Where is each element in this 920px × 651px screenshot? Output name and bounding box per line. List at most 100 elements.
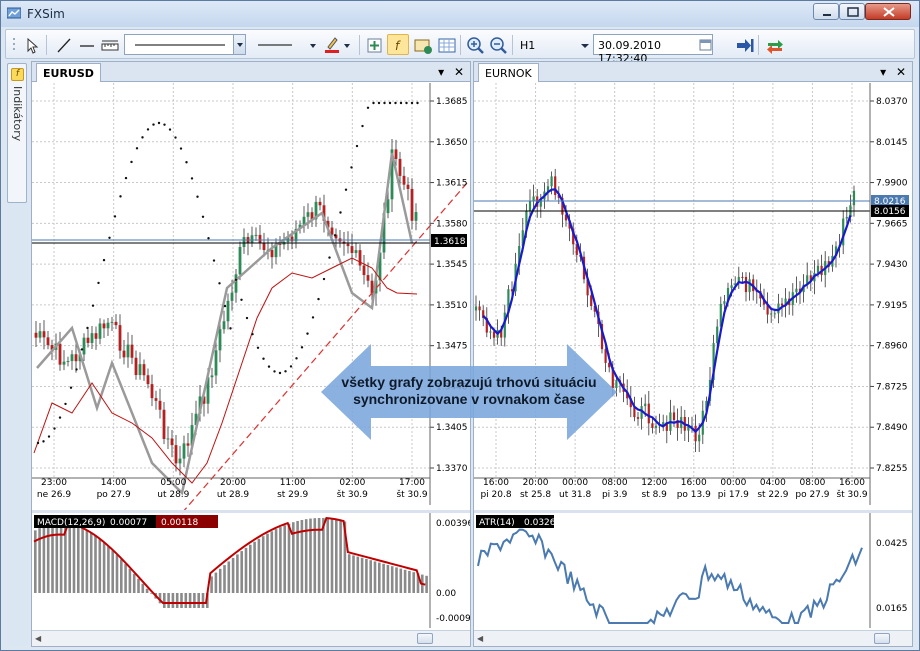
trendline-tool-button[interactable] — [52, 34, 74, 55]
candle-body — [46, 337, 50, 346]
tab-eurusd[interactable]: EURUSD — [36, 63, 101, 82]
sar-dot — [168, 128, 172, 131]
macd-histogram-bar — [399, 568, 403, 593]
price-label: 7.9195 — [876, 301, 908, 311]
chevron-down-icon[interactable]: ▾ — [438, 65, 444, 79]
toolbar: f H1 30.09.2010 17:32:40 — [5, 29, 915, 65]
sar-dot — [350, 166, 353, 169]
sar-dot — [416, 101, 419, 105]
sar-dot — [289, 365, 293, 368]
functions-button[interactable]: f — [387, 34, 409, 55]
candle-body — [230, 292, 234, 301]
line-width-preview — [258, 44, 316, 48]
candle-body — [214, 350, 218, 376]
sar-dot — [311, 316, 315, 319]
candle-body — [166, 438, 170, 440]
scroll-left-icon[interactable]: ◀ — [477, 634, 483, 643]
macd-histogram-bar — [107, 546, 110, 593]
sidebar: f Indikátory — [7, 61, 28, 646]
time-label: 23:00 — [41, 478, 67, 488]
minimize-button[interactable] — [813, 3, 839, 20]
sar-dot — [278, 371, 282, 375]
candle-body — [354, 250, 358, 253]
sar-dot — [234, 278, 238, 281]
candle-body — [350, 246, 354, 253]
cursor-tool-button[interactable] — [20, 34, 42, 55]
chevron-down-icon — [233, 35, 245, 54]
tab-eurnok[interactable]: EURNOK — [478, 63, 539, 82]
candle-body — [122, 350, 126, 358]
sar-dot — [36, 441, 40, 445]
macd-histogram-bar — [270, 531, 274, 593]
zoom-in-button[interactable] — [464, 34, 486, 55]
macd-histogram-bar — [236, 554, 239, 593]
indicators-tab[interactable]: f Indikátory — [7, 63, 27, 203]
macd-histogram-bar — [249, 544, 252, 593]
candle-body — [410, 188, 414, 221]
macd-value: 0.00077 — [110, 518, 147, 528]
candle-body — [234, 274, 238, 293]
time-label: 16:00 — [483, 478, 509, 488]
price-label: 7.9430 — [876, 260, 908, 270]
price-label: 7.8490 — [876, 423, 908, 433]
zoom-out-button[interactable] — [487, 34, 509, 55]
candle-body — [672, 412, 676, 421]
date-label: po 27.9 — [97, 490, 131, 500]
macd-histogram-bar — [360, 557, 364, 593]
candle-body — [178, 458, 182, 464]
interval-select[interactable]: H1 — [515, 34, 590, 55]
macd-name: MACD(12,26,9) — [37, 518, 105, 528]
templates-button[interactable] — [411, 34, 433, 55]
horizontal-scrollbar[interactable]: ◀ — [32, 630, 470, 646]
macd-histogram-bar — [81, 528, 84, 593]
sar-dot — [69, 386, 73, 389]
macd-histogram-bar — [279, 527, 282, 593]
functions-icon: f — [11, 68, 24, 81]
macd-histogram-bar — [59, 523, 63, 593]
close-icon[interactable]: ✕ — [454, 65, 464, 79]
horizontal-line-tool-button[interactable] — [75, 34, 97, 55]
color-picker-button[interactable] — [322, 34, 352, 55]
sar-dot — [86, 326, 89, 330]
date-label: št 30.9 — [337, 489, 368, 500]
close-icon[interactable]: ✕ — [896, 65, 906, 79]
scroll-thumb[interactable] — [874, 633, 890, 644]
maximize-button[interactable] — [839, 3, 865, 20]
candle-body — [770, 313, 773, 315]
goto-end-button[interactable] — [733, 34, 755, 55]
macd-histogram-bar — [365, 559, 368, 593]
candle-body — [773, 313, 776, 315]
app-window: FXSim f H1 30.09.2010 17:32:40 f Indikát… — [0, 0, 920, 651]
time-label: 20:00 — [220, 478, 246, 488]
macd-histogram-bar — [339, 520, 342, 593]
candle-body — [528, 201, 532, 211]
line-style-combo[interactable] — [124, 34, 246, 55]
atr-axis-label: 0.0425 — [876, 539, 908, 549]
sync-button[interactable] — [763, 34, 785, 55]
candle-body — [126, 344, 130, 358]
macd-histogram-bar — [425, 575, 428, 593]
close-button[interactable] — [865, 3, 911, 20]
chevron-down-icon[interactable]: ▾ — [880, 65, 886, 79]
candle-body — [34, 332, 38, 338]
time-label: 08:00 — [602, 478, 628, 488]
datetime-field[interactable]: 30.09.2010 17:32:40 — [593, 34, 713, 65]
time-label: 04:00 — [760, 478, 786, 488]
scroll-thumb[interactable] — [417, 633, 433, 644]
scroll-left-icon[interactable]: ◀ — [35, 634, 41, 643]
sar-dot — [284, 370, 287, 373]
date-label: pi 17.9 — [718, 490, 749, 500]
ruler-tool-button[interactable] — [98, 34, 120, 55]
date-label: st 29.9 — [277, 490, 308, 500]
grid-button[interactable] — [435, 34, 457, 55]
sar-dot — [174, 136, 177, 139]
date-label: st 22.9 — [757, 490, 788, 500]
date-label: pi 3.9 — [602, 490, 628, 500]
price-label: 1.3510 — [436, 301, 468, 311]
add-indicator-button[interactable] — [363, 34, 385, 55]
price-label: 1.3685 — [436, 97, 468, 107]
sar-dot — [361, 124, 364, 128]
macd-histogram-bar — [330, 518, 334, 593]
horizontal-scrollbar[interactable]: ◀ — [474, 630, 912, 646]
line-width-combo[interactable] — [254, 34, 324, 55]
